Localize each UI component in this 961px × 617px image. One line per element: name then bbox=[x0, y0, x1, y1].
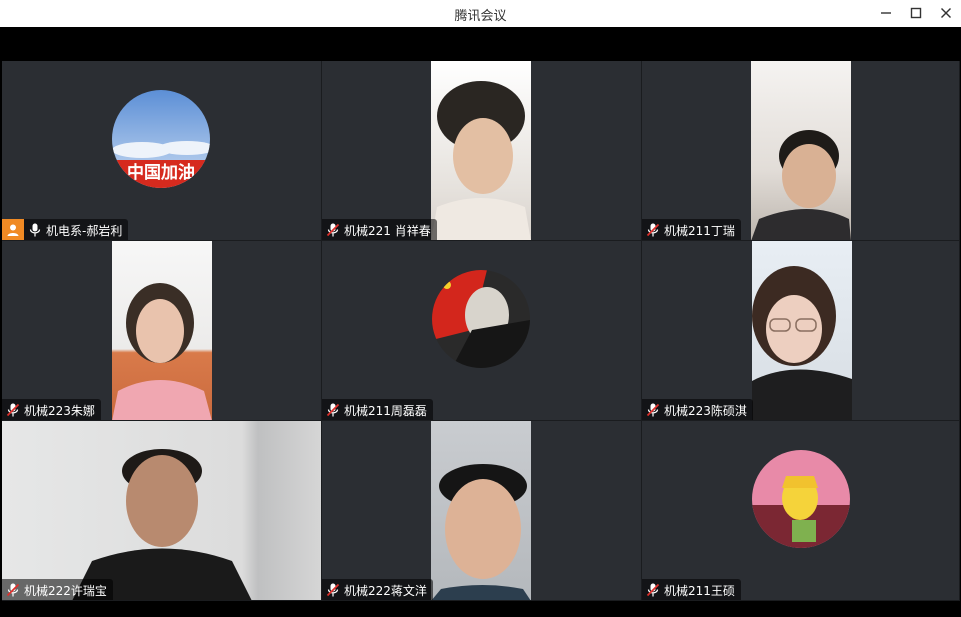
window-title: 腾讯会议 bbox=[454, 9, 507, 24]
host-person-icon bbox=[2, 219, 24, 241]
participant-name-tag: 机械222蒋文洋 bbox=[322, 579, 433, 601]
participant-avatar bbox=[432, 270, 530, 368]
participant-name: 机械222蒋文洋 bbox=[344, 583, 427, 598]
close-button[interactable] bbox=[933, 3, 959, 23]
minimize-button[interactable] bbox=[873, 3, 899, 23]
mic-muted-icon bbox=[2, 579, 24, 601]
participant-name: 机械211丁瑞 bbox=[664, 223, 735, 238]
close-icon bbox=[941, 8, 951, 18]
minimize-icon bbox=[881, 12, 891, 14]
participant-name: 机械211王硕 bbox=[664, 583, 735, 598]
participant-name-tag: 机械211周磊磊 bbox=[322, 399, 433, 421]
mic-muted-icon bbox=[2, 399, 24, 421]
participant-video bbox=[72, 449, 252, 601]
mic-muted-icon bbox=[642, 579, 664, 601]
participant-name-tag: 机械222许瑞宝 bbox=[2, 579, 113, 601]
participant-tile[interactable]: 机械222许瑞宝 bbox=[2, 421, 322, 601]
mic-muted-icon bbox=[642, 399, 664, 421]
participant-tile[interactable]: 机械221 肖祥春 bbox=[322, 61, 642, 241]
participant-name-tag: 机械221 肖祥春 bbox=[322, 219, 437, 241]
participant-name: 机械223朱娜 bbox=[24, 403, 95, 418]
maximize-button[interactable] bbox=[903, 3, 929, 23]
participant-video bbox=[431, 421, 531, 601]
participant-name: 机械222许瑞宝 bbox=[24, 583, 107, 598]
bottom-black-bar bbox=[0, 601, 961, 617]
participant-name-tag: 机械211丁瑞 bbox=[642, 219, 741, 241]
mic-muted-icon bbox=[322, 219, 344, 241]
participant-video bbox=[751, 61, 851, 241]
participant-avatar: 中国加油 bbox=[112, 90, 210, 188]
participant-name: 机械223陈硕淇 bbox=[664, 403, 747, 418]
participant-video bbox=[431, 61, 531, 241]
participant-tile[interactable]: 中国加油 机电系-郝岩利 bbox=[2, 61, 322, 241]
participant-name: 机电系-郝岩利 bbox=[46, 223, 123, 238]
participant-tile[interactable]: 机械222蒋文洋 bbox=[322, 421, 642, 601]
participant-name: 机械221 肖祥春 bbox=[344, 223, 431, 238]
participant-name: 机械211周磊磊 bbox=[344, 403, 427, 418]
mic-muted-icon bbox=[642, 219, 664, 241]
mic-muted-icon bbox=[322, 579, 344, 601]
participant-tile[interactable]: 机械211周磊磊 bbox=[322, 241, 642, 421]
mic-icon bbox=[24, 219, 46, 241]
participant-video bbox=[752, 241, 852, 421]
participant-name-tag: 机电系-郝岩利 bbox=[2, 219, 129, 241]
avatar-text: 中国加油 bbox=[127, 162, 195, 183]
participant-tile[interactable]: 机械223陈硕淇 bbox=[642, 241, 960, 421]
participant-tile[interactable]: 机械211王硕 bbox=[642, 421, 960, 601]
participant-name-tag: 机械223朱娜 bbox=[2, 399, 101, 421]
participant-name-tag: 机械223陈硕淇 bbox=[642, 399, 753, 421]
window-titlebar: 腾讯会议 bbox=[0, 0, 961, 27]
participant-tile[interactable]: 机械211丁瑞 bbox=[642, 61, 960, 241]
participant-tile[interactable]: 机械223朱娜 bbox=[2, 241, 322, 421]
top-black-bar bbox=[0, 27, 961, 61]
participant-name-tag: 机械211王硕 bbox=[642, 579, 741, 601]
participant-video bbox=[112, 241, 212, 421]
video-grid: 中国加油 机电系-郝岩利 机械221 肖祥春 机械211丁瑞 机械223朱娜 机… bbox=[2, 61, 960, 601]
maximize-icon bbox=[910, 7, 922, 19]
mic-muted-icon bbox=[322, 399, 344, 421]
participant-avatar bbox=[752, 450, 850, 548]
